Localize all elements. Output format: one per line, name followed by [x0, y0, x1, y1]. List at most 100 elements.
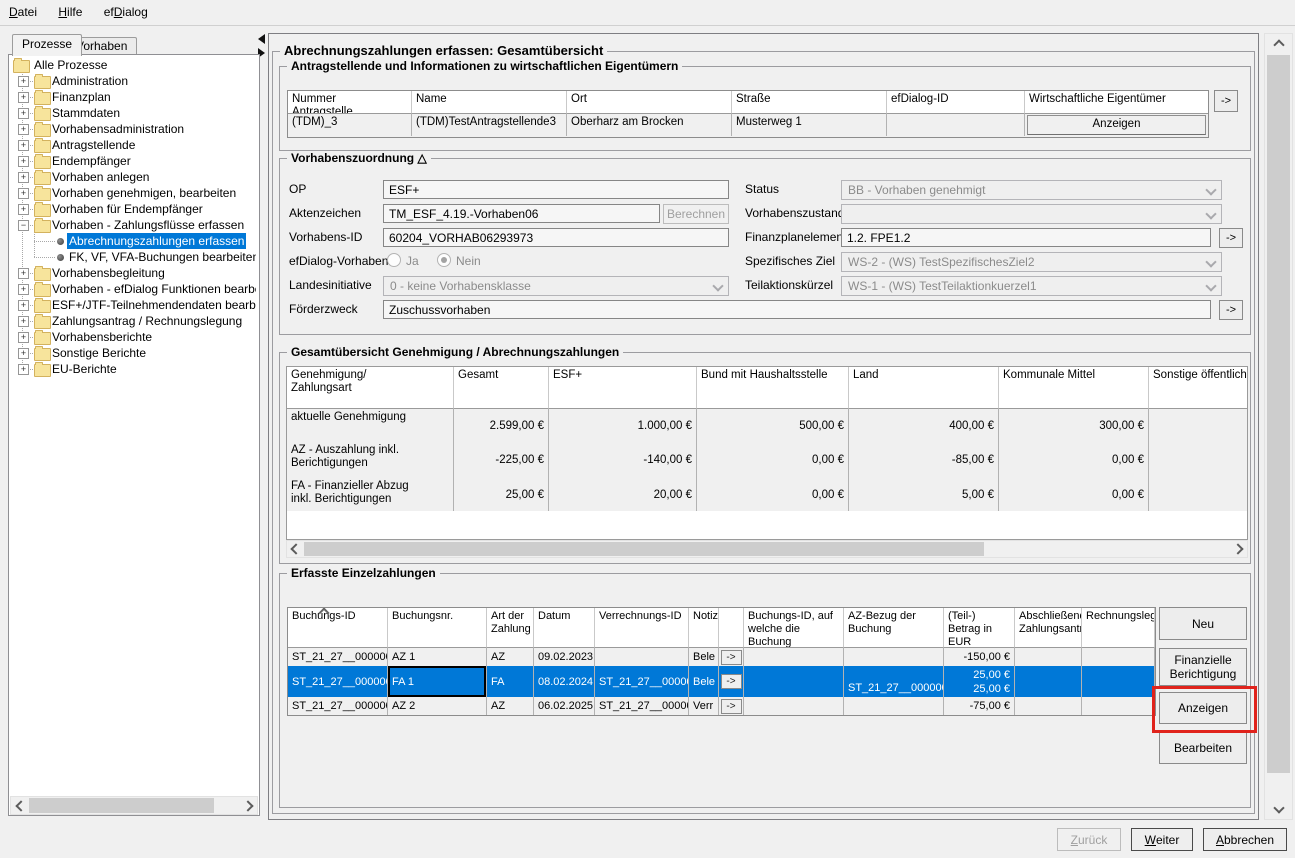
col-header[interactable] [719, 608, 744, 648]
col-header[interactable]: Datum [534, 608, 595, 648]
col-header[interactable]: Sonstige öffentliche Mittel [1149, 367, 1248, 409]
col-header[interactable]: Genehmigung/ Zahlungsart [287, 367, 454, 409]
col-header[interactable]: Buchungs-ID, auf welche die Buchung [744, 608, 844, 648]
tree-expand-icon[interactable]: + [18, 348, 29, 359]
tree-item[interactable]: FK, VF, VFA-Buchungen bearbeiten [10, 249, 256, 265]
vorhabenszustand-select[interactable] [841, 204, 1222, 224]
finanzplanelement-field[interactable]: 1.2. FPE1.2 [841, 228, 1211, 247]
tree-item[interactable]: Alle Prozesse [10, 57, 256, 73]
radio-nein[interactable]: Nein [437, 252, 481, 271]
anzeigen-eigentuemer-button[interactable]: Anzeigen [1027, 115, 1206, 135]
finanzielle-berichtigung-button[interactable]: Finanzielle Berichtigung [1159, 648, 1247, 686]
tree-expand-icon[interactable]: + [18, 316, 29, 327]
overview-hscrollbar[interactable] [286, 540, 1248, 558]
col-header[interactable]: efDialog-ID [887, 91, 1025, 114]
col-header[interactable]: Abschließender Zahlungsantrag [1015, 608, 1082, 648]
tree-expand-icon[interactable]: + [18, 140, 29, 151]
tree-item[interactable]: +Zahlungsantrag / Rechnungslegung [10, 313, 256, 329]
col-header[interactable]: AZ-Bezug der Buchung [844, 608, 944, 648]
tree-expand-icon[interactable]: + [18, 92, 29, 103]
zurueck-button[interactable]: Zurück [1057, 828, 1121, 851]
tree-item[interactable]: +Vorhabensbegleitung [10, 265, 256, 281]
tree-item[interactable]: Abrechnungszahlungen erfassen [10, 233, 256, 249]
tree-item[interactable]: +Administration [10, 73, 256, 89]
spezifisches-ziel-select[interactable]: WS-2 - (WS) TestSpezifischesZiel2 [841, 252, 1222, 272]
tree-item[interactable]: +Stammdaten [10, 105, 256, 121]
scroll-up-icon[interactable] [1265, 34, 1292, 53]
col-header[interactable]: Nummer Antragstelle... [288, 91, 412, 114]
col-header[interactable]: Ort [567, 91, 732, 114]
radio-nein-icon[interactable] [437, 253, 451, 267]
tree-item[interactable]: +Vorhaben anlegen [10, 169, 256, 185]
tree-item[interactable]: +Finanzplan [10, 89, 256, 105]
menu-efdialog[interactable]: efDialog [95, 0, 157, 23]
scroll-thumb[interactable] [1267, 55, 1290, 773]
tree-expand-icon[interactable]: + [18, 284, 29, 295]
foerderzweck-field[interactable]: Zuschussvorhaben [383, 300, 1211, 319]
col-header[interactable]: Gesamt [454, 367, 549, 409]
col-header[interactable]: Buchungs-ID [288, 608, 388, 648]
open-note-button[interactable]: -> [721, 650, 742, 665]
tree-item[interactable]: +Vorhabensadministration [10, 121, 256, 137]
table-row[interactable]: ST_21_27__000000FA 1FA08.02.2024ST_21_27… [288, 666, 1155, 697]
tree-item[interactable]: +Vorhaben für Endempfänger [10, 201, 256, 217]
tree-expand-icon[interactable]: + [18, 204, 29, 215]
table-row[interactable]: (TDM)_3 (TDM)TestAntragstellende3 Oberha… [288, 114, 1208, 136]
tree-expand-icon[interactable]: + [18, 268, 29, 279]
table-row[interactable]: ST_21_27__000000AZ 1AZ09.02.2023Bele->-1… [288, 648, 1155, 666]
finanzplanelement-arrow-button[interactable]: -> [1219, 228, 1243, 248]
main-vscrollbar[interactable] [1264, 33, 1293, 820]
table-row[interactable]: FA - Finanzieller Abzug inkl. Berichtigu… [287, 478, 1248, 511]
radio-ja[interactable]: Ja [387, 252, 419, 271]
table-row[interactable]: aktuelle Genehmigung2.599,00 €1.000,00 €… [287, 409, 1248, 442]
col-header[interactable]: Art der Zahlung [487, 608, 534, 648]
op-field[interactable]: ESF+ [383, 180, 729, 199]
tree-expand-icon[interactable]: + [18, 364, 29, 375]
tree-expand-icon[interactable]: + [18, 124, 29, 135]
col-header[interactable]: Kommunale Mittel [999, 367, 1149, 409]
tree-expand-icon[interactable]: + [18, 332, 29, 343]
col-header[interactable]: Name [412, 91, 567, 114]
teilaktionskuerzel-select[interactable]: WS-1 - (WS) TestTeilaktionkuerzel1 [841, 276, 1222, 296]
abbrechen-button[interactable]: Abbrechen [1203, 828, 1287, 851]
col-header[interactable]: Rechnungslegung [1082, 608, 1155, 648]
berechnen-button[interactable]: Berechnen [663, 204, 729, 224]
applicant-detail-arrow-button[interactable]: -> [1214, 90, 1238, 112]
table-row[interactable]: ST_21_27__000000AZ 2AZ06.02.2025ST_21_27… [288, 697, 1155, 715]
tree-expand-icon[interactable]: + [18, 172, 29, 183]
status-select[interactable]: BB - Vorhaben genehmigt [841, 180, 1222, 200]
radio-ja-icon[interactable] [387, 253, 401, 267]
open-note-button[interactable]: -> [721, 699, 742, 714]
tree-hscrollbar[interactable] [10, 796, 258, 815]
col-header[interactable]: Straße [732, 91, 887, 114]
scroll-thumb[interactable] [304, 542, 984, 556]
open-note-button[interactable]: -> [721, 674, 742, 689]
aktenzeichen-field[interactable]: TM_ESF_4.19.-Vorhaben06 [383, 204, 660, 223]
tree-item[interactable]: +Vorhabensberichte [10, 329, 256, 345]
col-header[interactable]: Notiz [689, 608, 719, 648]
foerderzweck-arrow-button[interactable]: -> [1219, 300, 1243, 320]
col-header[interactable]: Bund mit Haushaltsstelle [697, 367, 849, 409]
tab-prozesse[interactable]: Prozesse [12, 34, 82, 56]
col-header[interactable]: Land [849, 367, 999, 409]
anzeigen-button[interactable]: Anzeigen [1159, 692, 1247, 724]
scroll-thumb[interactable] [29, 798, 214, 813]
tree-expand-icon[interactable]: + [18, 188, 29, 199]
tree-item[interactable]: −Vorhaben - Zahlungsflüsse erfassen [10, 217, 256, 233]
splitter-collapse-icon[interactable] [258, 34, 265, 44]
tree-item[interactable]: +Sonstige Berichte [10, 345, 256, 361]
tree-expand-icon[interactable]: + [18, 108, 29, 119]
table-row[interactable]: AZ - Auszahlung inkl. Berichtigungen-225… [287, 442, 1248, 478]
tree-expand-icon[interactable]: + [18, 156, 29, 167]
col-header[interactable]: Wirtschaftliche Eigentümer [1025, 91, 1208, 114]
col-header[interactable]: Buchungsnr. [388, 608, 487, 648]
col-header[interactable]: ESF+ [549, 367, 697, 409]
tree-expand-icon[interactable]: + [18, 76, 29, 87]
vorhabens-id-field[interactable]: 60204_VORHAB06293973 [383, 228, 729, 247]
neu-button[interactable]: Neu [1159, 607, 1247, 640]
tree-item[interactable]: +ESF+/JTF-Teilnehmendendaten bearbeiten [10, 297, 256, 313]
tree-item[interactable]: +Endempfänger [10, 153, 256, 169]
scroll-down-icon[interactable] [1265, 800, 1292, 819]
tree-item[interactable]: +Antragstellende [10, 137, 256, 153]
col-header[interactable]: Verrechnungs-ID [595, 608, 689, 648]
